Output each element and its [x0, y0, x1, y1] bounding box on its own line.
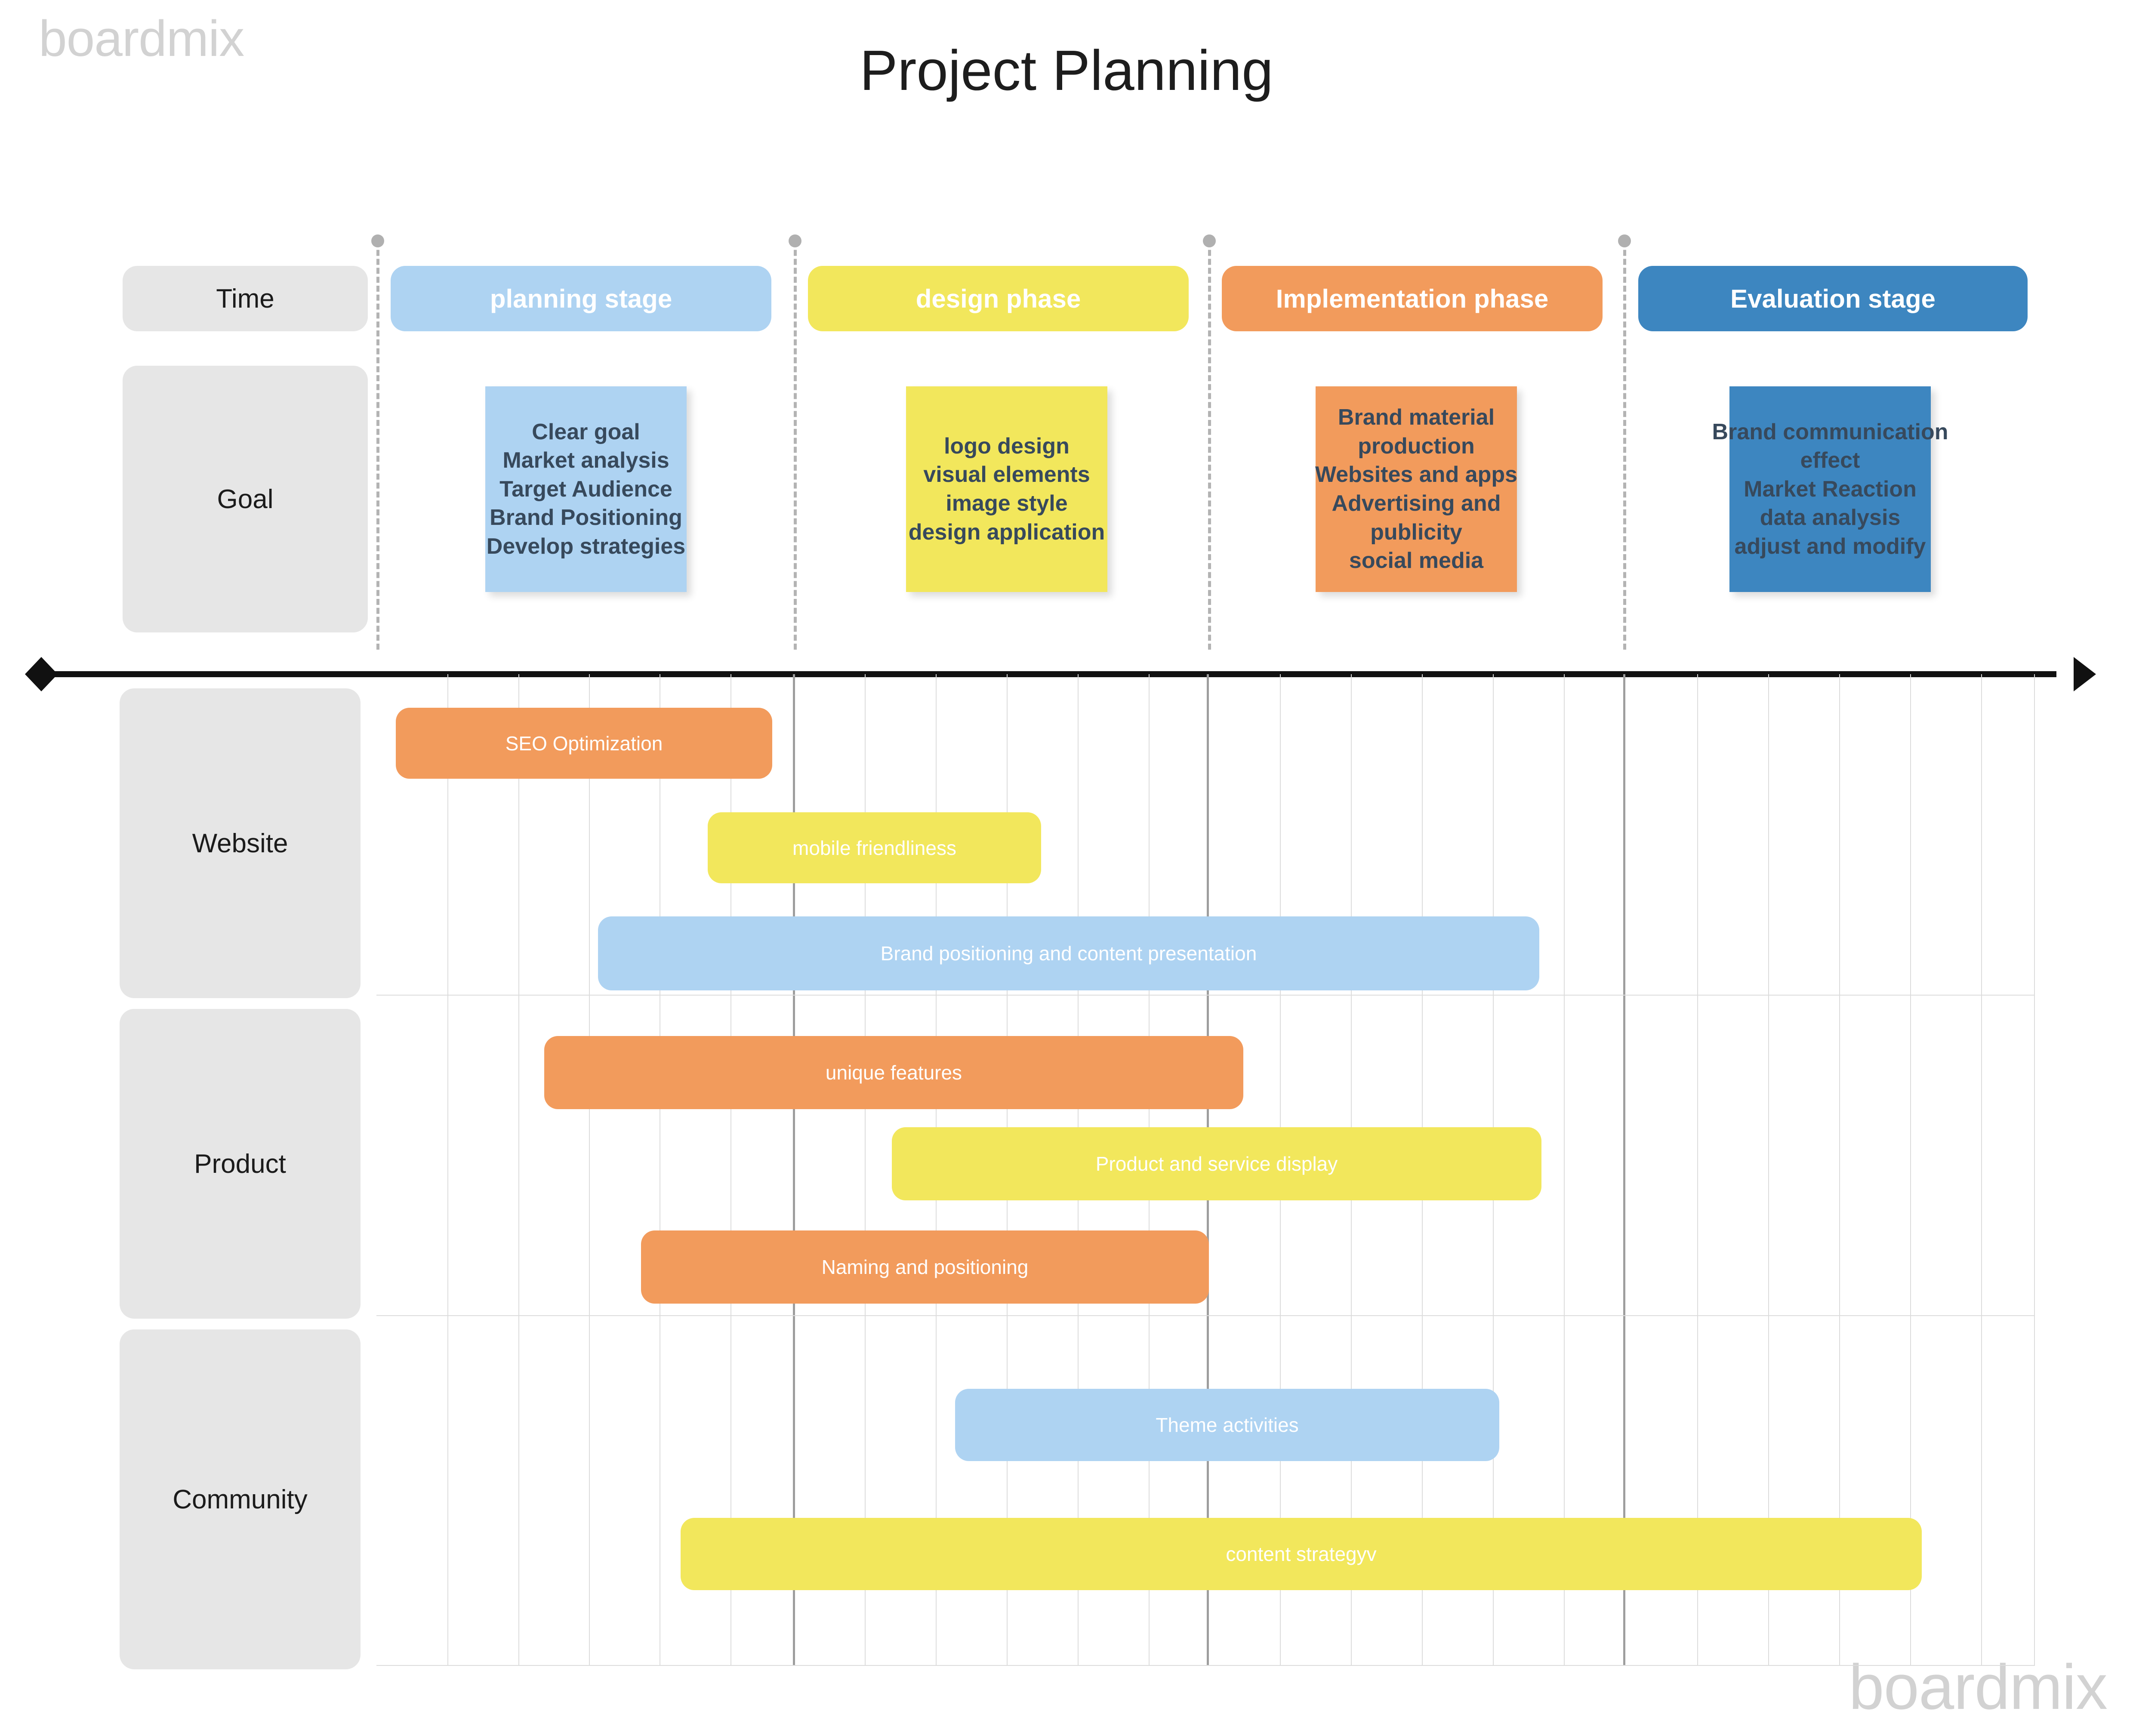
goal-note-line: production — [1358, 433, 1475, 459]
task-bar-label: Brand positioning and content presentati… — [880, 942, 1257, 965]
task-bar-mobile-friendliness[interactable]: mobile friendliness — [708, 812, 1041, 883]
row-label-product-text: Product — [194, 1149, 286, 1179]
goal-note-line: logo design — [944, 433, 1070, 459]
row-label-time: Time — [123, 266, 368, 331]
goal-note-line: Advertising and — [1332, 491, 1501, 516]
task-bar-naming-positioning[interactable]: Naming and positioning — [641, 1230, 1209, 1304]
phase-divider-dot-2 — [789, 234, 801, 247]
goal-note-line: Brand material — [1338, 405, 1495, 430]
row-label-goal: Goal — [123, 366, 368, 632]
stage-pill-implementation[interactable]: Implementation phase — [1222, 266, 1603, 331]
row-label-goal-text: Goal — [217, 484, 274, 514]
goal-note-line: social media — [1349, 548, 1484, 574]
task-bar-brand-positioning-content[interactable]: Brand positioning and content presentati… — [598, 916, 1539, 990]
gridline-phase-boundary — [1623, 674, 1625, 1666]
task-bar-unique-features[interactable]: unique features — [544, 1036, 1243, 1109]
stage-pill-evaluation-label: Evaluation stage — [1730, 284, 1936, 313]
goal-note-line: image style — [946, 491, 1068, 516]
row-label-community-text: Community — [173, 1484, 308, 1514]
gridline-vertical — [447, 674, 448, 1666]
row-label-website: Website — [120, 688, 361, 998]
task-bar-content-strategy[interactable]: content strategyv — [681, 1518, 1922, 1590]
task-bar-label: mobile friendliness — [792, 836, 956, 859]
stage-pill-evaluation[interactable]: Evaluation stage — [1638, 266, 2028, 331]
task-bar-label: Product and service display — [1095, 1153, 1338, 1175]
gridline-vertical — [1910, 674, 1911, 1666]
gridline-vertical-right-edge — [2034, 674, 2035, 1666]
phase-divider-2 — [794, 241, 797, 650]
gridline-vertical — [1697, 674, 1698, 1666]
gridline-vertical — [1564, 674, 1565, 1666]
task-bar-theme-activities[interactable]: Theme activities — [955, 1389, 1499, 1461]
goal-note-line: adjust and modify — [1734, 533, 1926, 559]
goal-note-line: visual elements — [923, 462, 1090, 487]
goal-note-line: design application — [908, 519, 1105, 545]
task-bar-product-service-display[interactable]: Product and service display — [892, 1127, 1541, 1200]
goal-note-line: Market analysis — [502, 448, 669, 473]
phase-divider-3 — [1208, 241, 1211, 650]
task-bar-label: SEO Optimization — [505, 732, 663, 755]
gridline-vertical — [1768, 674, 1769, 1666]
task-bar-label: unique features — [825, 1061, 962, 1084]
goal-note-line: Websites and apps — [1315, 462, 1518, 487]
stage-pill-design-label: design phase — [915, 284, 1081, 313]
page-title: Project Planning — [860, 39, 1273, 102]
task-bar-label: content strategyv — [1226, 1543, 1377, 1565]
goal-note-line: Market Reaction — [1744, 476, 1917, 502]
phase-divider-4 — [1623, 241, 1626, 650]
gridline-vertical — [518, 674, 519, 1666]
goal-note-design[interactable]: logo design visual elements image style … — [906, 386, 1107, 592]
task-bar-seo-optimization[interactable]: SEO Optimization — [396, 708, 772, 779]
timeline-arrow-left-icon — [25, 657, 58, 691]
row-label-product: Product — [120, 1009, 361, 1319]
goal-note-line: effect — [1800, 448, 1860, 473]
goal-note-line: Clear goal — [532, 419, 640, 444]
gridline-horizontal — [376, 1315, 2035, 1316]
stage-pill-planning[interactable]: planning stage — [391, 266, 771, 331]
phase-divider-1 — [376, 241, 379, 650]
goal-note-evaluation[interactable]: Brand communication effect Market Reacti… — [1712, 386, 1948, 592]
gridline-vertical — [1839, 674, 1840, 1666]
goal-note-line: Develop strategies — [486, 533, 686, 559]
goal-note-implementation[interactable]: Brand material production Websites and a… — [1315, 386, 1518, 592]
row-label-time-text: Time — [216, 284, 274, 314]
phase-divider-dot-4 — [1618, 234, 1631, 247]
row-label-community: Community — [120, 1329, 361, 1669]
stage-pill-implementation-label: Implementation phase — [1276, 284, 1549, 313]
goal-note-line: data analysis — [1760, 505, 1901, 530]
task-bar-label: Naming and positioning — [821, 1256, 1029, 1278]
goal-note-line: publicity — [1370, 519, 1462, 545]
stage-pill-planning-label: planning stage — [490, 284, 672, 313]
timeline-arrow-right-icon — [2074, 657, 2096, 691]
gridline-horizontal — [376, 1665, 2035, 1666]
stage-pill-design[interactable]: design phase — [808, 266, 1189, 331]
gridline-vertical — [1981, 674, 1982, 1666]
gridline-horizontal — [376, 995, 2035, 996]
goal-note-line: Brand Positioning — [490, 505, 682, 530]
phase-divider-dot-1 — [371, 234, 384, 247]
gridline-vertical — [589, 674, 590, 1666]
phase-divider-dot-3 — [1203, 234, 1216, 247]
goal-note-planning[interactable]: Clear goal Market analysis Target Audien… — [485, 386, 687, 592]
row-label-website-text: Website — [192, 828, 288, 858]
goal-note-line: Brand communication — [1712, 419, 1948, 444]
task-bar-label: Theme activities — [1156, 1414, 1299, 1436]
goal-note-line: Target Audience — [499, 476, 672, 502]
